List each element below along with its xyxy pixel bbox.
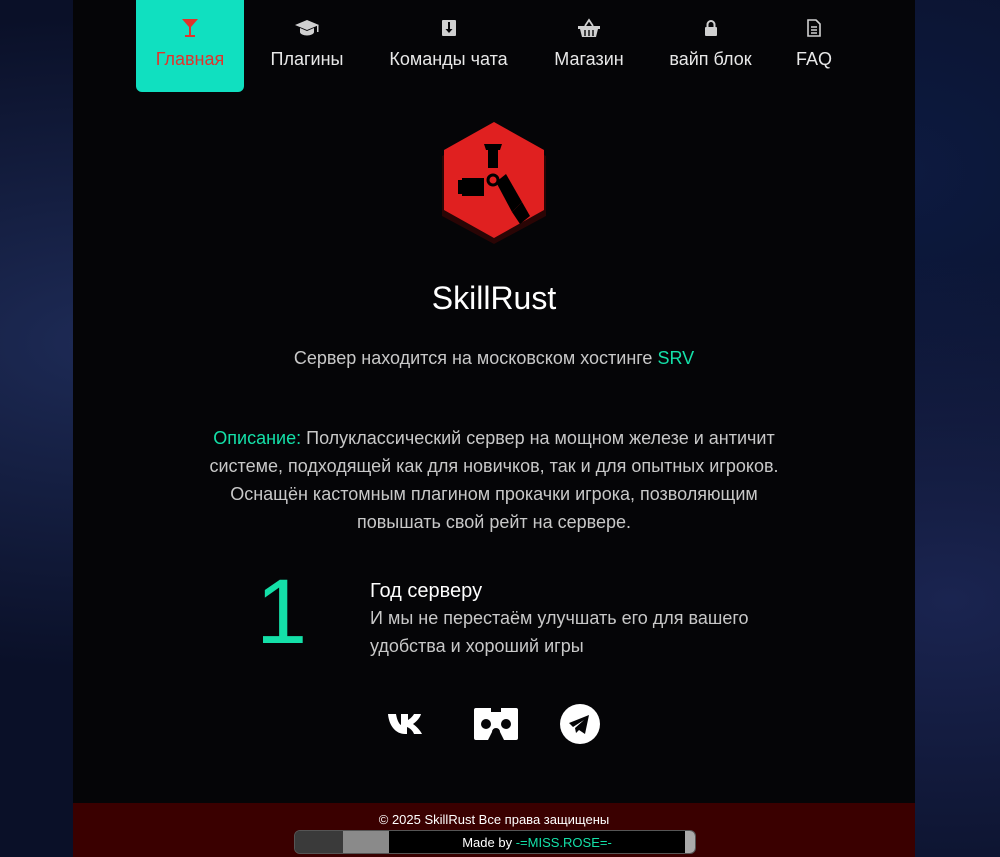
made-by-bar: Made by -=MISS.ROSE=- [294,830,696,854]
telegram-link[interactable] [557,703,603,749]
server-description: Описание: Полуклассический сервер на мощ… [188,424,800,536]
hosting-name: SRV [657,348,695,368]
nav-item-home[interactable]: Главная [136,0,244,92]
nav-item-shop[interactable]: Магазин [541,0,637,92]
server-age-number: 1 [256,561,308,663]
hosting-info: Сервер находится на московском хостинге … [73,348,915,369]
cocktail-icon [181,18,199,38]
vr-cardboard-icon [473,706,519,747]
nav-item-faq[interactable]: FAQ [784,0,844,92]
document-icon [807,18,821,38]
made-by-bar-segment [295,831,343,853]
nav-item-label: Плагины [270,49,344,69]
server-title: SkillRust [431,280,557,316]
nav-item-label: вайп блок [669,49,752,69]
nav-item-label: Магазин [554,49,624,69]
basket-icon [577,18,601,38]
main-nav: Главная Плагины Команды чата Магазин вай… [73,0,915,92]
made-by-text: Made by -=MISS.ROSE=- [389,835,685,850]
vk-icon [387,712,431,741]
graduation-cap-icon [294,18,320,38]
lock-icon [704,18,718,38]
made-by-bar-segment [343,831,389,853]
server-age-text: И мы не перестаём улучшать его для вашег… [370,608,749,656]
page-container: Главная Плагины Команды чата Магазин вай… [73,0,915,857]
footer: © 2025 SkillRust Все права защищены Made… [73,803,915,857]
made-by-bar-segment [685,831,695,853]
telegram-icon [560,703,600,749]
nav-item-chat-commands[interactable]: Команды чата [376,0,521,92]
server-logo [438,120,550,250]
copyright-text: © 2025 SkillRust Все права защищены [378,812,610,827]
made-by-name[interactable]: -=MISS.ROSE=- [516,835,612,850]
nav-item-label: Главная [155,49,225,69]
nav-item-label: Команды чата [389,49,508,69]
server-age-title: Год серверу [370,580,483,602]
vr-link[interactable] [473,704,519,748]
download-icon [441,18,457,38]
description-label: Описание: [213,428,302,448]
vk-link[interactable] [386,704,432,748]
hosting-text: Сервер находится на московском хостинге [293,348,658,368]
nav-item-plugins[interactable]: Плагины [257,0,357,92]
made-by-label: Made by [462,835,516,850]
nav-item-wipe-block[interactable]: вайп блок [657,0,764,92]
nav-item-label: FAQ [795,49,832,69]
